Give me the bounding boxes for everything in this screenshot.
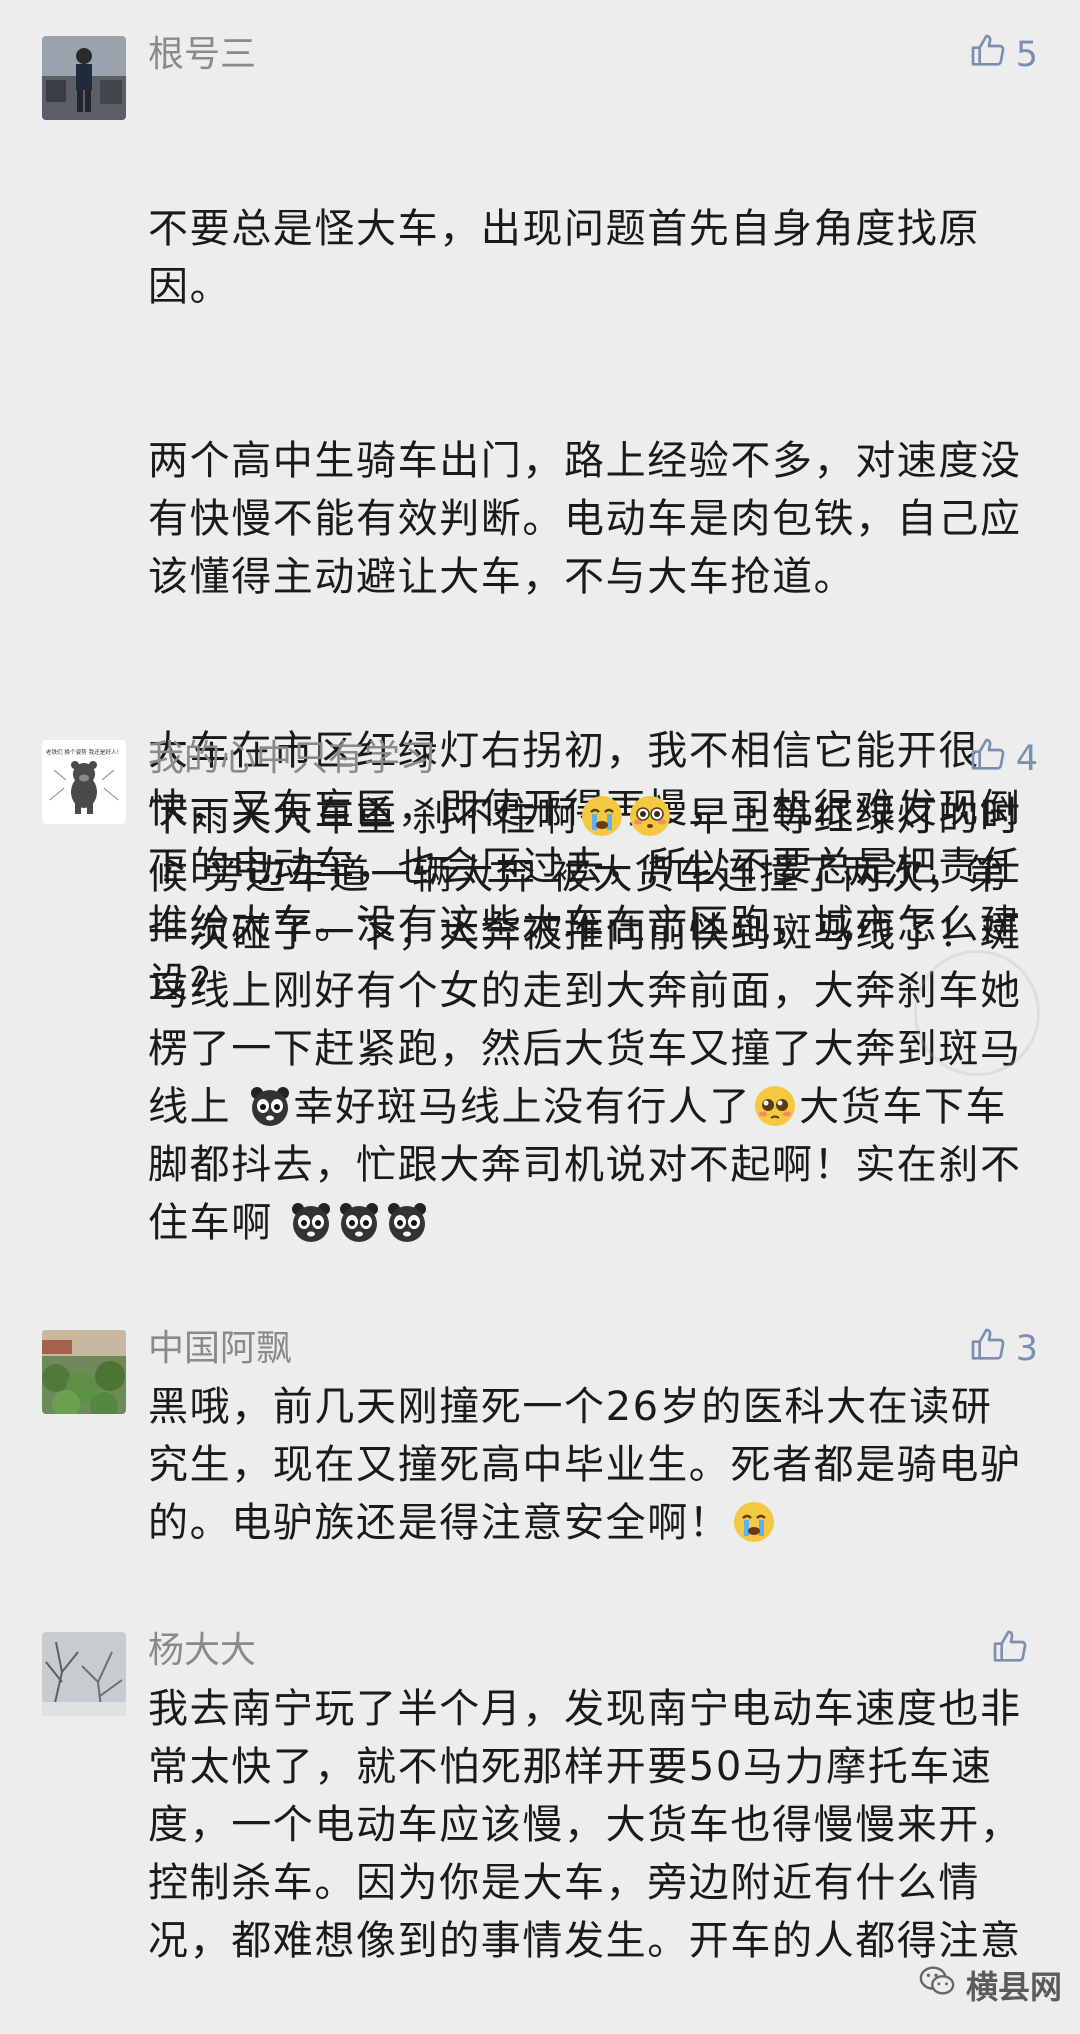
text-segment: 幸好斑马线上没有行人了 — [293, 1084, 752, 1130]
text-segment: 黑哦，前几天刚撞死一个26岁的医科大在读研究生，现在又撞死高中毕业生。死者都是骑… — [148, 1384, 1022, 1546]
like-button[interactable]: 3 — [968, 1324, 1038, 1374]
panda-face-emoji — [337, 1200, 381, 1244]
comment-text: 下雨天大车重 刹不住啊 早上等红绿灯的时候 旁边车道一辆大奔 被大货车连撞了两次… — [148, 788, 1028, 1252]
like-count: 3 — [1015, 1329, 1038, 1369]
text-segment: 下雨天大车重 刹不住啊 — [148, 794, 579, 840]
like-count: 4 — [1015, 739, 1038, 779]
like-count: 5 — [1015, 35, 1038, 75]
panda-face-emoji — [385, 1200, 429, 1244]
avatar-caption: 老铁们 换个姿势 我还是好人！ — [46, 748, 122, 756]
comment-text: 黑哦，前几天刚撞死一个26岁的医科大在读研究生，现在又撞死高中毕业生。死者都是骑… — [148, 1378, 1028, 1552]
comment-paragraph: 两个高中生骑车出门，路上经验不多，对速度没有快慢不能有效判断。电动车是肉包铁，自… — [148, 438, 1022, 600]
crying-face-emoji — [732, 1500, 776, 1544]
user-avatar[interactable]: 老铁们 换个姿势 我还是好人！ — [42, 740, 126, 824]
crying-face-emoji — [580, 794, 624, 838]
panda-face-emoji — [248, 1084, 292, 1128]
user-avatar[interactable] — [42, 1632, 126, 1716]
watermark-text: 横县网 — [965, 1968, 1062, 2006]
user-avatar[interactable] — [42, 36, 126, 120]
thumbs-up-icon — [968, 31, 1008, 80]
user-name[interactable]: 我的心中只有学习 — [148, 734, 436, 784]
user-name[interactable]: 中国阿飘 — [148, 1324, 292, 1374]
comment-text: 我去南宁玩了半个月，发现南宁电动车速度也非常太快了，就不怕死那样开要50马力摩托… — [148, 1686, 1022, 1964]
watermark-stamp — [914, 950, 1040, 1076]
like-button[interactable] — [990, 1626, 1038, 1676]
comment-paragraph: 不要总是怪大车，出现问题首先自身角度找原因。 — [148, 206, 980, 310]
pleading-face-emoji — [753, 1084, 797, 1128]
user-name[interactable]: 杨大大 — [148, 1626, 256, 1676]
thumbs-up-icon — [968, 735, 1008, 784]
wechat-icon — [918, 1962, 956, 2008]
like-button[interactable]: 5 — [968, 30, 1038, 80]
panda-face-emoji — [289, 1200, 333, 1244]
text-segment: 早上等红绿灯的时候 旁边车道一辆大奔 被大货车连撞了两次，第一次碰了一下，大奔被… — [148, 794, 1022, 1130]
watermark: 横县网 — [918, 1962, 1062, 2008]
user-name[interactable]: 根号三 — [148, 30, 256, 80]
like-button[interactable]: 4 — [968, 734, 1038, 784]
thumbs-up-icon — [968, 1325, 1008, 1374]
thumbs-up-icon — [990, 1627, 1030, 1676]
user-avatar[interactable] — [42, 1330, 126, 1414]
flushed-face-emoji — [628, 794, 672, 838]
